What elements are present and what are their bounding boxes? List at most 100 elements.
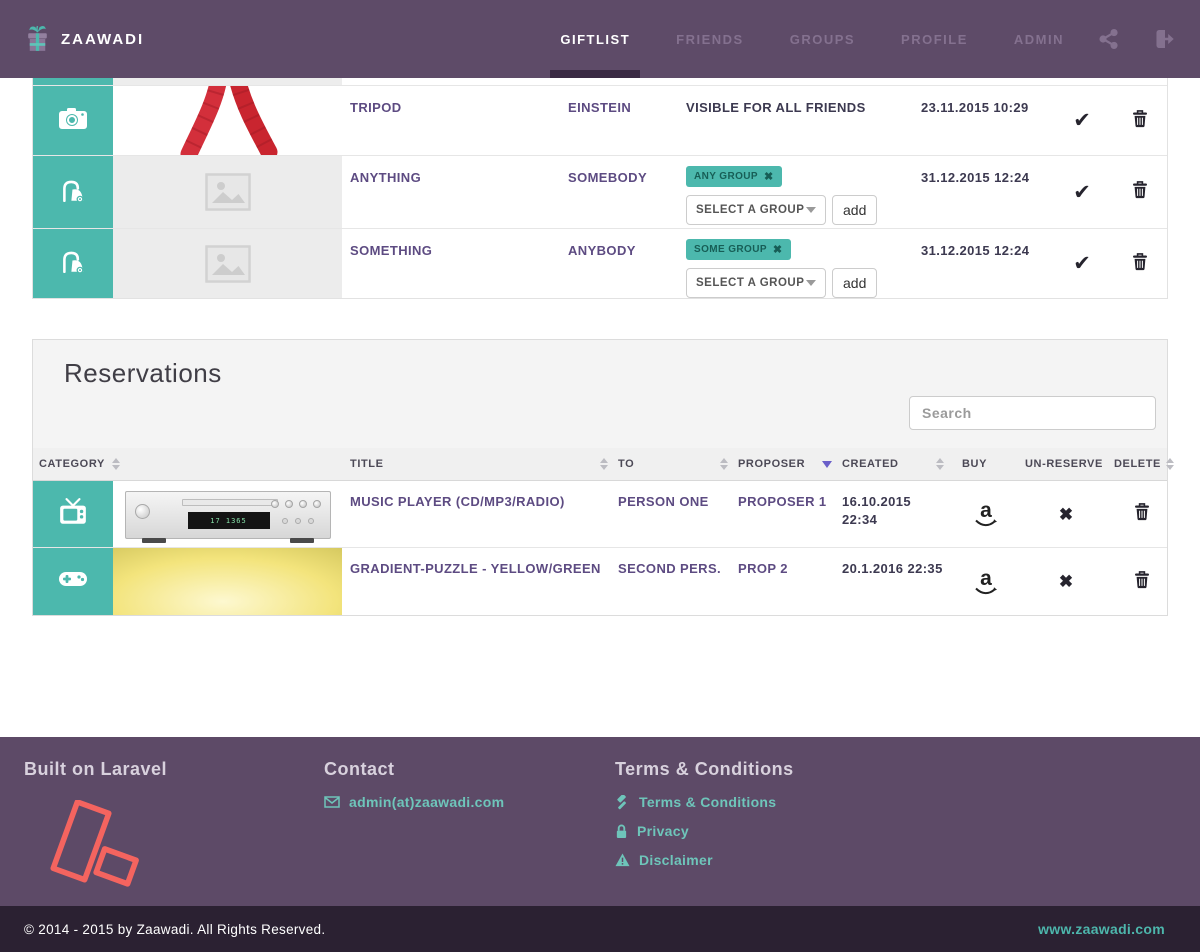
- buy-amazon-button[interactable]: a: [954, 481, 1018, 547]
- table-row: 17 1365 MUSIC PLAYER (CD/MP3/RADIO) PERS…: [33, 481, 1167, 548]
- column-header-unreserve: UN-RESERVE: [1025, 458, 1103, 470]
- gift-created: 31.12.2015 12:24: [921, 243, 1030, 258]
- x-icon: ✖: [1058, 504, 1074, 524]
- brand[interactable]: ZAAWADI: [24, 24, 144, 55]
- nav-giftlist[interactable]: GIFTLIST: [550, 0, 640, 78]
- reservations-panel: Reservations CATEGORY TITLE TO PROPOSER …: [32, 339, 1174, 616]
- trash-icon: [1134, 502, 1150, 526]
- remove-group-icon[interactable]: ✖: [764, 170, 774, 183]
- buy-amazon-button[interactable]: a: [954, 548, 1018, 615]
- gift-visibility: VISIBLE FOR ALL FRIENDS: [686, 100, 866, 115]
- gift-to: EINSTEIN: [568, 100, 632, 115]
- delete-button[interactable]: [1111, 229, 1169, 298]
- delete-button[interactable]: [1114, 481, 1169, 547]
- category-cell: [33, 481, 113, 547]
- gift-to: ANYBODY: [568, 243, 636, 258]
- gift-title[interactable]: TRIPOD: [342, 86, 568, 155]
- placeholder-image-icon: [113, 156, 342, 228]
- gavel-icon: [615, 794, 630, 810]
- column-header-created[interactable]: CREATED: [842, 458, 954, 470]
- copyright-bar: © 2014 - 2015 by Zaawadi. All Rights Res…: [0, 906, 1200, 952]
- column-header-delete[interactable]: DELETE: [1114, 458, 1174, 470]
- footer-contact-column: Contact admin(at)zaawadi.com: [324, 759, 615, 909]
- contact-email-link[interactable]: admin(at)zaawadi.com: [324, 794, 615, 810]
- nav-admin[interactable]: ADMIN: [1014, 0, 1064, 78]
- gift-to: SOMEBODY: [568, 170, 648, 185]
- gift-title[interactable]: GRADIENT-PUZZLE - YELLOW/GREEN: [342, 548, 618, 615]
- footer-heading-contact: Contact: [324, 759, 395, 779]
- category-cell: [33, 86, 113, 155]
- reserve-button[interactable]: ✔: [1053, 156, 1111, 228]
- disclaimer-link[interactable]: Disclaimer: [615, 852, 1200, 868]
- category-cell: [33, 156, 113, 228]
- add-group-button[interactable]: add: [832, 268, 878, 298]
- nav-groups[interactable]: GROUPS: [790, 0, 855, 78]
- brand-name: ZAAWADI: [61, 30, 145, 48]
- reservation-proposer: PROPOSER 1: [738, 494, 827, 509]
- category-cell: [33, 229, 113, 298]
- remove-group-icon[interactable]: ✖: [773, 243, 783, 256]
- reservations-header: Reservations: [33, 340, 1167, 448]
- share-icon[interactable]: [1098, 28, 1120, 50]
- delete-button[interactable]: [1111, 156, 1169, 228]
- warning-icon: [615, 853, 630, 867]
- gift-image: [113, 86, 342, 155]
- lock-icon: [615, 824, 628, 839]
- page-title: Reservations: [64, 358, 222, 388]
- group-tag: SOME GROUP ✖: [686, 239, 791, 260]
- reserve-button[interactable]: ✔: [1053, 86, 1111, 155]
- delete-button[interactable]: [1111, 86, 1169, 155]
- check-icon: ✔: [1073, 252, 1091, 275]
- top-navbar: ZAAWADI GIFTLIST FRIENDS GROUPS PROFILE …: [0, 0, 1200, 78]
- x-icon: ✖: [1058, 572, 1074, 591]
- terms-link[interactable]: Terms & Conditions: [615, 794, 1200, 810]
- table-row: SOMETHING ANYBODY SOME GROUP ✖ SELECT A …: [33, 229, 1167, 298]
- nav-friends[interactable]: FRIENDS: [676, 0, 744, 78]
- table-row: TRIPOD EINSTEIN VISIBLE FOR ALL FRIENDS …: [33, 86, 1167, 156]
- giftlist-table: TRIPOD EINSTEIN VISIBLE FOR ALL FRIENDS …: [32, 78, 1168, 299]
- chevron-down-icon: [806, 207, 816, 213]
- reservation-created: 16.10.2015 22:34: [842, 494, 912, 527]
- gift-title[interactable]: MUSIC PLAYER (CD/MP3/RADIO): [342, 481, 618, 547]
- privacy-link[interactable]: Privacy: [615, 823, 1200, 839]
- tv-icon: [58, 497, 88, 531]
- gift-logo-icon: [24, 24, 51, 55]
- table-row: ANYTHING SOMEBODY ANY GROUP ✖ SELECT A G…: [33, 156, 1167, 229]
- gift-groups: SOME GROUP ✖ SELECT A GROUP add: [686, 229, 913, 298]
- group-select[interactable]: SELECT A GROUP: [686, 268, 826, 298]
- gift-title[interactable]: SOMETHING: [342, 229, 568, 298]
- site-url-link[interactable]: www.zaawadi.com: [1038, 921, 1165, 937]
- group-select[interactable]: SELECT A GROUP: [686, 195, 826, 225]
- laravel-logo-icon: [38, 799, 150, 909]
- nav-profile[interactable]: PROFILE: [901, 0, 968, 78]
- reserve-button[interactable]: ✔: [1053, 229, 1111, 298]
- search-input[interactable]: [909, 396, 1156, 430]
- page: ZAAWADI GIFTLIST FRIENDS GROUPS PROFILE …: [0, 0, 1200, 952]
- column-header-proposer[interactable]: PROPOSER: [738, 458, 842, 470]
- footer-built-column: Built on Laravel: [24, 759, 324, 909]
- placeholder-image-icon: [113, 229, 342, 298]
- column-header-title[interactable]: TITLE: [342, 458, 618, 470]
- gift-created: 31.12.2015 12:24: [921, 170, 1030, 185]
- sign-out-icon[interactable]: [1154, 28, 1176, 50]
- footer-heading-terms: Terms & Conditions: [615, 759, 794, 779]
- envelope-icon: [324, 796, 340, 808]
- camera-icon: [58, 106, 88, 135]
- column-header-to[interactable]: TO: [618, 458, 738, 470]
- gamepad-icon: [57, 569, 89, 594]
- gift-image: [113, 548, 342, 615]
- column-header-buy: BUY: [962, 458, 988, 470]
- main-nav: GIFTLIST FRIENDS GROUPS PROFILE ADMIN: [514, 0, 1176, 78]
- table-row: GRADIENT-PUZZLE - YELLOW/GREEN SECOND PE…: [33, 548, 1167, 615]
- sort-desc-icon: [822, 460, 832, 468]
- gift-title[interactable]: ANYTHING: [342, 156, 568, 228]
- trash-icon: [1132, 109, 1148, 133]
- unreserve-button[interactable]: ✖: [1018, 481, 1114, 547]
- chevron-down-icon: [806, 280, 816, 286]
- add-group-button[interactable]: add: [832, 195, 878, 225]
- unreserve-button[interactable]: ✖: [1018, 548, 1114, 615]
- delete-button[interactable]: [1114, 548, 1169, 615]
- check-icon: ✔: [1073, 180, 1091, 204]
- footer-heading-built: Built on Laravel: [24, 759, 168, 779]
- column-header-category[interactable]: CATEGORY: [33, 458, 342, 470]
